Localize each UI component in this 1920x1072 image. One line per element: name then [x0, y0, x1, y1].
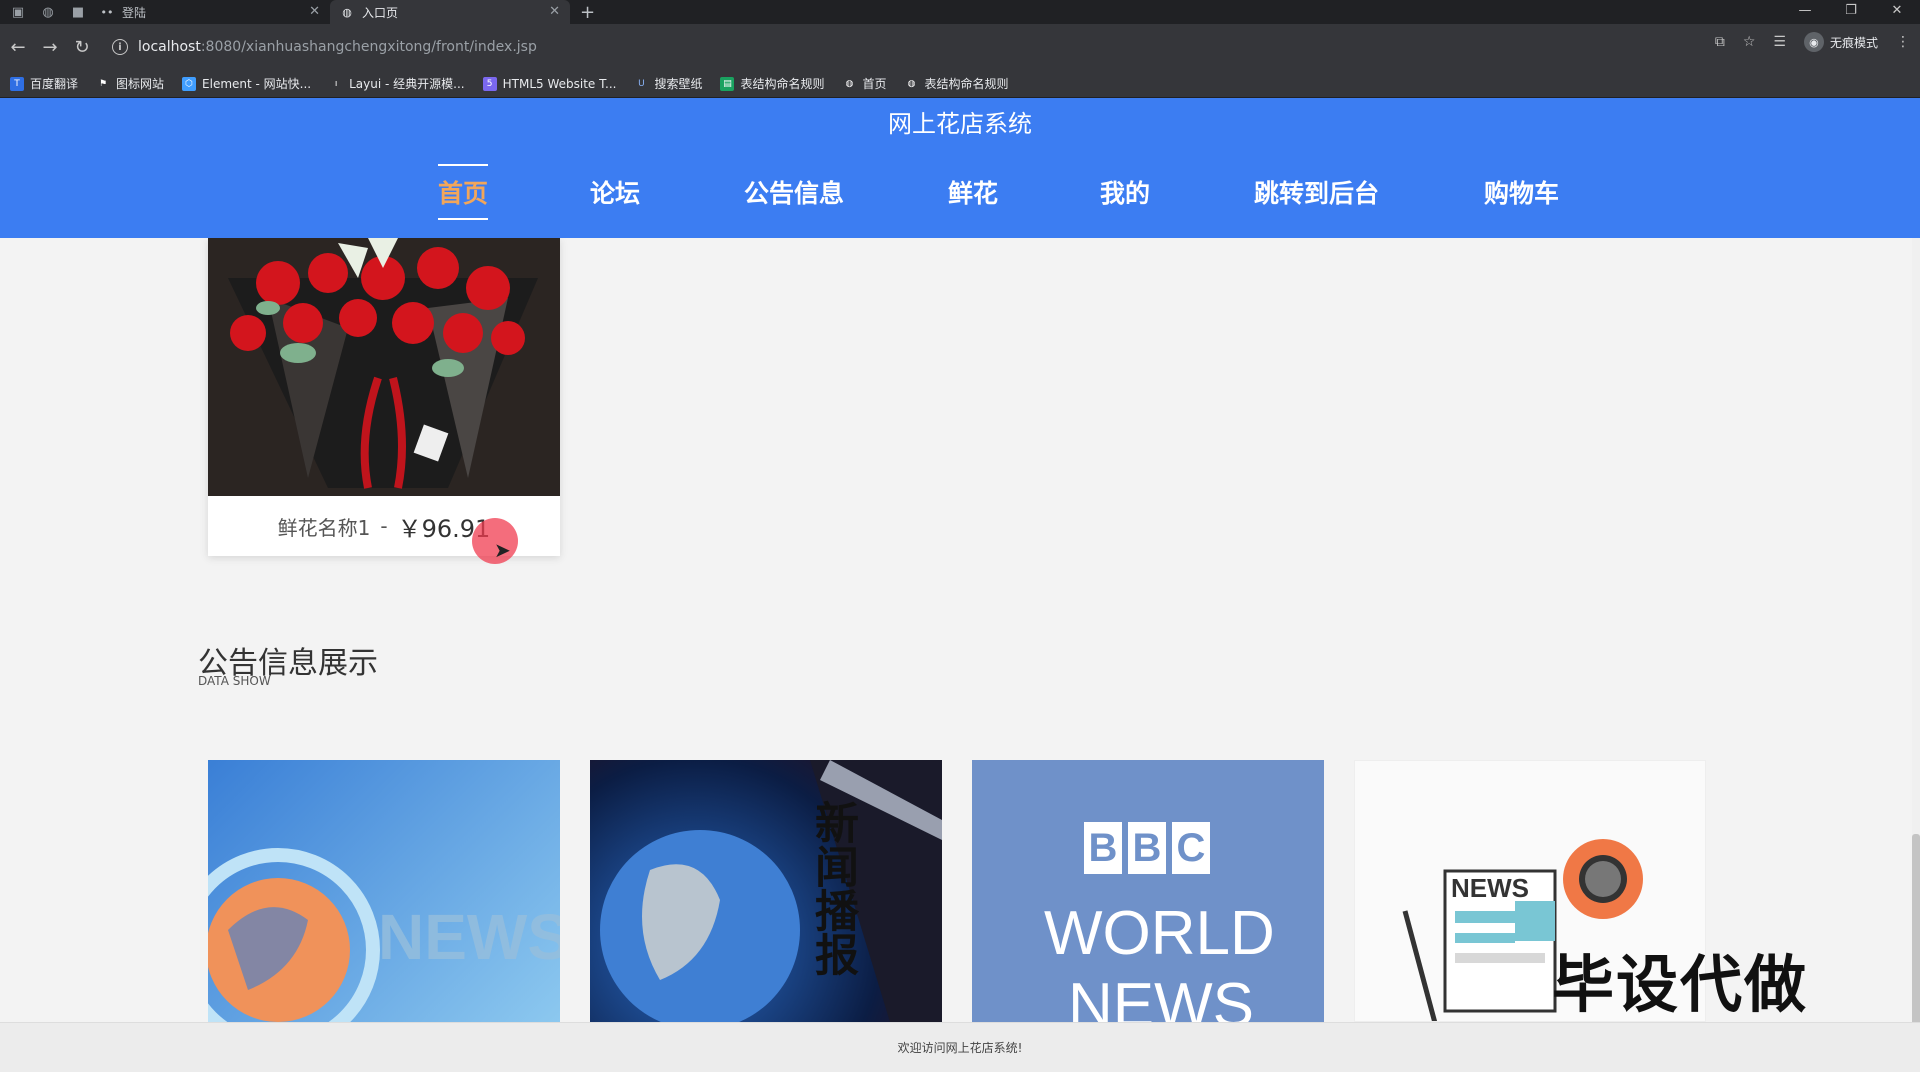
bookmark-item[interactable]: ◍ 首页: [842, 75, 887, 92]
flag-icon: ⚑: [98, 78, 108, 89]
dots-icon: ••: [100, 5, 114, 19]
bookmark-label: 搜索壁纸: [654, 77, 703, 91]
toolbar-right: ⧉ ☆ ☰ ◉ 无痕模式 ⋮: [1715, 32, 1910, 52]
bookmark-item[interactable]: 5 HTML5 Website T...: [482, 76, 617, 91]
bookmark-label: 表结构命名规则: [924, 77, 1009, 91]
incognito-badge[interactable]: ◉ 无痕模式: [1803, 32, 1878, 52]
bookmark-item[interactable]: ⬡ Element - 网站快...: [182, 75, 311, 92]
bookmark-label: 表结构命名规则: [740, 77, 825, 91]
table-icon: ▤: [720, 76, 735, 91]
browser-tab-bar: ▣ ◍ ■ •• 登陆 ✕ ◍ 入口页 ✕ + — ❐ ✕: [0, 0, 1920, 24]
mouse-cursor-icon: ➤: [494, 538, 511, 562]
url-path: :8080/xianhuashangchengxitong/front/inde…: [200, 39, 537, 55]
url-host: localhost: [138, 39, 201, 55]
bbc-news-text: NEWS: [1068, 971, 1254, 1022]
notice-card[interactable]: 新闻播报: [590, 760, 942, 1022]
bookmark-label: 百度翻译: [30, 77, 79, 91]
page-scrollbar[interactable]: [1912, 238, 1920, 1072]
news-paper-label: NEWS: [1451, 873, 1529, 903]
site-title: 网上花店系统: [888, 110, 1032, 138]
nav-item-notices[interactable]: 公告信息: [744, 164, 844, 220]
globe-icon: ◍: [342, 5, 352, 19]
bookmark-label: Element - 网站快...: [202, 77, 312, 91]
star-icon[interactable]: ☆: [1743, 34, 1756, 50]
close-icon[interactable]: ✕: [549, 4, 560, 19]
minimize-icon[interactable]: —: [1782, 0, 1828, 24]
globe-icon: ◍: [845, 78, 854, 89]
translate-icon[interactable]: ⧉: [1715, 34, 1725, 50]
more-menu-icon[interactable]: ⋮: [1896, 34, 1910, 50]
flower-card[interactable]: 鲜花名称1 - ￥96.91: [208, 238, 560, 556]
bookmark-label: Layui - 经典开源模...: [349, 77, 465, 91]
bbc-logo: B B C: [1084, 822, 1210, 874]
site-footer: 欢迎访问网上花店系统!: [0, 1022, 1920, 1072]
bbc-letter: C: [1172, 822, 1210, 874]
bookmark-label: 首页: [862, 77, 887, 91]
bookmark-item[interactable]: ◍ 表结构命名规则: [905, 75, 1009, 92]
translate-icon: T: [10, 76, 24, 91]
window-controls: — ❐ ✕: [1782, 0, 1920, 24]
bookmark-item[interactable]: T 百度翻译: [10, 75, 78, 92]
reload-icon[interactable]: ↻: [66, 37, 98, 58]
news-label: NEWS: [378, 901, 560, 973]
element-icon: ⬡: [182, 76, 197, 91]
nav-item-admin[interactable]: 跳转到后台: [1254, 164, 1379, 220]
tab-title: 入口页: [362, 5, 399, 20]
window-icon[interactable]: ■: [66, 0, 90, 24]
bookmarks-bar: T 百度翻译 ⚑ 图标网站 ⬡ Element - 网站快... ı Layui - 经…: [0, 70, 1920, 98]
forward-arrow-icon[interactable]: →: [34, 37, 66, 58]
bookmark-item[interactable]: U 搜索壁纸: [634, 75, 702, 92]
nav-item-forum[interactable]: 论坛: [590, 164, 640, 220]
bookmark-item[interactable]: ı Layui - 经典开源模...: [329, 75, 465, 92]
notice-card[interactable]: NEWS: [208, 760, 560, 1022]
watermark-text: 毕设代做: [1552, 948, 1809, 1021]
news-globe-image: [208, 848, 380, 1022]
tab-entry-page[interactable]: ◍ 入口页 ✕: [330, 0, 570, 24]
bookmark-label: HTML5 Website T...: [502, 76, 617, 91]
tab-title: 登陆: [122, 5, 147, 20]
reading-list-icon[interactable]: ☰: [1773, 34, 1786, 50]
main-content: 鲜花名称1 - ￥96.91 ➤ 公告信息展示 DATA SHOW NEWS 新…: [0, 238, 1920, 1022]
layui-icon: ı: [334, 78, 338, 89]
incognito-label: 无痕模式: [1829, 35, 1878, 50]
bbc-world-text: WORLD: [1044, 899, 1275, 968]
bbc-letter: B: [1084, 822, 1122, 874]
tab-login[interactable]: •• 登陆 ✕: [90, 0, 330, 24]
bookmark-label: 图标网站: [116, 77, 165, 91]
new-tab-plus-icon[interactable]: +: [580, 2, 595, 23]
close-icon[interactable]: ✕: [309, 4, 320, 19]
incognito-icon: ◉: [1803, 32, 1824, 52]
bookmark-item[interactable]: ⚑ 图标网站: [96, 75, 164, 92]
app-menu-icon[interactable]: ▣: [6, 0, 30, 24]
nav-item-mine[interactable]: 我的: [1100, 164, 1150, 220]
news-broadcast-label: 新闻播报: [808, 800, 857, 976]
bbc-letter: B: [1128, 822, 1166, 874]
back-arrow-icon[interactable]: ←: [2, 37, 34, 58]
flower-name: 鲜花名称1: [277, 515, 371, 540]
info-icon[interactable]: i: [112, 39, 128, 55]
nav-item-home[interactable]: 首页: [438, 164, 489, 220]
section-subtitle: DATA SHOW: [198, 674, 271, 688]
globe-icon[interactable]: ◍: [36, 0, 60, 24]
wallpaper-icon: U: [638, 78, 645, 89]
html5-icon: 5: [482, 76, 497, 91]
restore-icon[interactable]: ❐: [1828, 0, 1874, 24]
notice-card[interactable]: B B C WORLD NEWS: [972, 760, 1324, 1022]
globe-icon: ◍: [907, 78, 916, 89]
nav-item-cart[interactable]: 购物车: [1484, 164, 1559, 220]
address-bar: ← → ↻ i localhost:8080/xianhuashangcheng…: [0, 24, 1920, 70]
close-window-icon[interactable]: ✕: [1874, 0, 1920, 24]
nav-item-flowers[interactable]: 鲜花: [948, 164, 998, 220]
flower-separator: -: [380, 514, 388, 538]
globe-broadcast-image: [600, 760, 942, 1022]
flower-bouquet-image: [208, 238, 560, 496]
flower-image[interactable]: [208, 238, 560, 496]
url-input[interactable]: i localhost:8080/xianhuashangchengxitong…: [112, 32, 1672, 62]
bookmark-item[interactable]: ▤ 表结构命名规则: [720, 75, 824, 92]
